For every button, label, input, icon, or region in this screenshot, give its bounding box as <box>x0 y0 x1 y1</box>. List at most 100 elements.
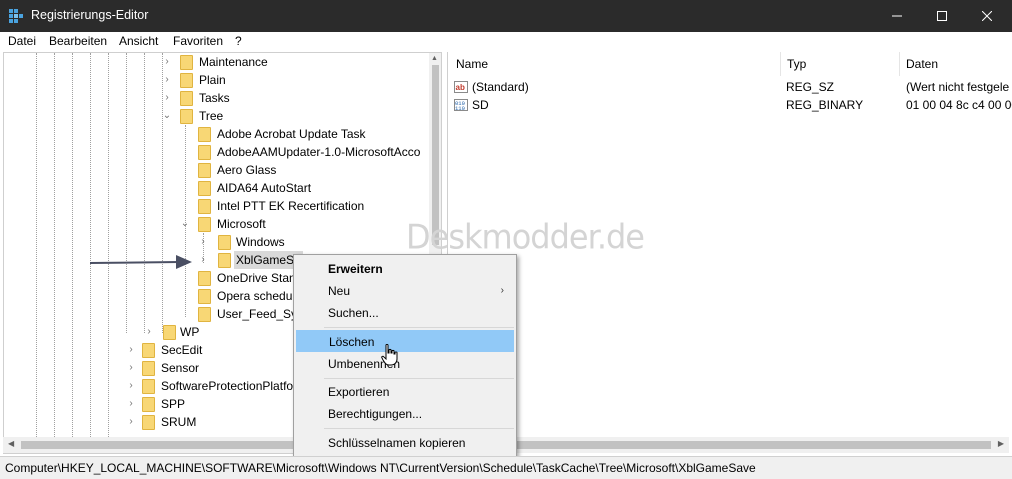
menu-favoriten[interactable]: Favoriten <box>173 34 223 48</box>
menu-separator <box>324 428 514 429</box>
folder-icon <box>198 127 211 142</box>
collapse-icon[interactable]: ⌄ <box>180 215 190 233</box>
minimize-icon <box>892 15 902 17</box>
string-value-icon: ab <box>454 81 468 93</box>
tree-node-label: Windows <box>236 235 285 249</box>
expand-icon[interactable]: › <box>198 251 208 269</box>
menu-datei[interactable]: Datei <box>8 34 36 48</box>
folder-icon <box>198 199 211 214</box>
maximize-button[interactable] <box>919 0 965 32</box>
menu-separator <box>324 378 514 379</box>
expand-icon[interactable]: › <box>126 341 136 359</box>
collapse-icon[interactable]: ⌄ <box>162 107 172 125</box>
tree-guide <box>54 53 55 437</box>
tree-node-label: SRUM <box>161 415 197 429</box>
expand-icon[interactable]: › <box>198 233 208 251</box>
folder-icon <box>142 361 155 376</box>
tree-node-label: Plain <box>199 73 226 87</box>
menu-item-exportieren[interactable]: Exportieren <box>296 381 514 403</box>
close-icon <box>982 11 992 21</box>
menu-help[interactable]: ? <box>235 34 242 48</box>
watermark: Deskmodder.de <box>406 217 645 257</box>
tree-node-label: Intel PTT EK Recertification <box>217 199 365 213</box>
tree-node-label: Maintenance <box>199 55 268 69</box>
tree-node-label: AIDA64 AutoStart <box>217 181 312 195</box>
tree-node-label: SPP <box>161 397 186 411</box>
folder-icon <box>163 325 176 340</box>
binary-value-icon: 010 110 <box>454 99 468 112</box>
menu-bar: Datei Bearbeiten Ansicht Favoriten ? <box>0 32 1012 51</box>
menu-bearbeiten[interactable]: Bearbeiten <box>49 34 107 48</box>
expand-icon[interactable]: › <box>126 359 136 377</box>
column-header-data[interactable]: Daten <box>898 52 938 76</box>
status-bar: Computer\HKEY_LOCAL_MACHINE\SOFTWARE\Mic… <box>0 456 1012 479</box>
hand-cursor-icon <box>381 344 398 366</box>
value-row[interactable]: 010 110 SD REG_BINARY 01 00 04 8c c4 00 … <box>454 96 1012 114</box>
tree-node-label: User_Feed_Syn <box>217 307 304 321</box>
tree-node-label: Opera schedul <box>217 289 296 303</box>
tree-node-label: Aero Glass <box>217 163 277 177</box>
value-data: 01 00 04 8c c4 00 00 <box>906 98 1012 112</box>
registry-path: Computer\HKEY_LOCAL_MACHINE\SOFTWARE\Mic… <box>5 461 756 475</box>
folder-icon <box>198 163 211 178</box>
expand-icon[interactable]: › <box>126 377 136 395</box>
tree-node-label: SecEdit <box>161 343 203 357</box>
window-title: Registrierungs-Editor <box>31 8 149 22</box>
expand-icon[interactable]: › <box>162 53 172 71</box>
value-row[interactable]: ab (Standard) REG_SZ (Wert nicht festgel… <box>454 78 1009 96</box>
tree-node-label: AdobeAAMUpdater-1.0-MicrosoftAcco <box>217 145 421 159</box>
close-button[interactable] <box>964 0 1010 32</box>
column-header-type[interactable]: Typ <box>779 52 806 76</box>
scroll-left-icon[interactable]: ◀ <box>8 439 14 448</box>
tree-node-label: Tasks <box>199 91 230 105</box>
value-type: REG_SZ <box>786 80 835 94</box>
value-type: REG_BINARY <box>786 98 864 112</box>
expand-icon[interactable]: › <box>144 323 154 341</box>
folder-icon <box>218 235 231 250</box>
annotation-arrow-icon <box>90 255 192 269</box>
folder-icon <box>198 307 211 322</box>
expand-icon[interactable]: › <box>126 413 136 431</box>
folder-icon <box>142 397 155 412</box>
expand-icon[interactable]: › <box>126 395 136 413</box>
context-menu: Erweitern Neu › Suchen... Löschen Umbene… <box>293 254 517 457</box>
folder-icon <box>198 181 211 196</box>
tree-node-label: Sensor <box>161 361 200 375</box>
folder-icon <box>180 55 193 70</box>
menu-item-berechtigungen[interactable]: Berechtigungen... <box>296 403 514 425</box>
menu-item-neu[interactable]: Neu › <box>296 280 514 302</box>
value-name: (Standard) <box>472 80 529 94</box>
tree-guide <box>90 53 91 437</box>
folder-icon <box>142 343 155 358</box>
submenu-arrow-icon: › <box>500 285 504 296</box>
svg-text:110: 110 <box>455 105 465 112</box>
value-data: (Wert nicht festgele <box>906 80 1010 94</box>
regedit-app-icon <box>9 9 23 23</box>
folder-icon <box>180 91 193 106</box>
folder-icon <box>142 415 155 430</box>
menu-ansicht[interactable]: Ansicht <box>119 34 158 48</box>
tree-guide <box>126 53 127 333</box>
svg-text:ab: ab <box>456 83 465 92</box>
tree-node-label: Adobe Acrobat Update Task <box>217 127 366 141</box>
scroll-right-icon[interactable]: ▶ <box>998 439 1004 448</box>
column-header-name[interactable]: Name <box>448 52 488 76</box>
folder-icon <box>198 217 211 232</box>
tree-guide <box>144 53 145 333</box>
expand-icon[interactable]: › <box>162 71 172 89</box>
expand-icon[interactable]: › <box>162 89 172 107</box>
scroll-up-icon[interactable]: ▲ <box>431 55 438 62</box>
menu-item-loeschen[interactable]: Löschen <box>296 330 514 352</box>
menu-item-umbenennen[interactable]: Umbenennen <box>296 353 514 375</box>
tree-guide <box>36 53 37 437</box>
minimize-button[interactable] <box>874 0 920 32</box>
tree-node-label: WP <box>180 325 200 339</box>
menu-item-schluesselnamen-kopieren[interactable]: Schlüsselnamen kopieren <box>296 432 514 454</box>
folder-icon <box>142 379 155 394</box>
folder-icon <box>180 73 193 88</box>
tree-node-label: SoftwareProtectionPlatfo <box>161 379 294 393</box>
menu-item-suchen[interactable]: Suchen... <box>296 302 514 324</box>
value-name: SD <box>472 98 489 112</box>
folder-icon <box>198 271 211 286</box>
menu-item-erweitern[interactable]: Erweitern <box>296 258 514 280</box>
